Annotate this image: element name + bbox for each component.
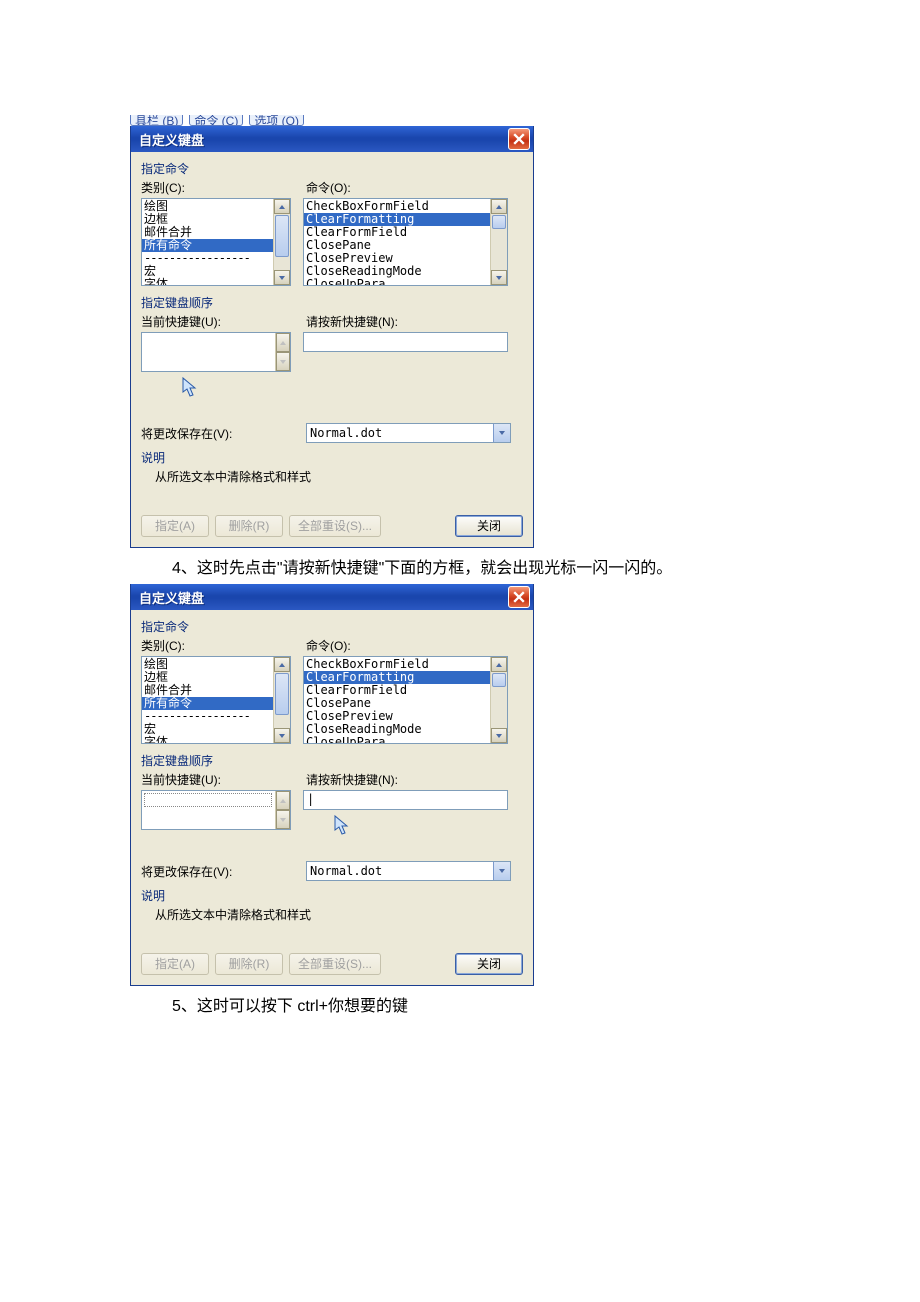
label-category: 类别(C): [141, 637, 306, 654]
assign-button: 指定(A) [141, 515, 209, 537]
save-in-combo[interactable]: Normal.dot [306, 861, 511, 881]
command-listbox[interactable]: CheckBoxFormField ClearFormatting ClearF… [303, 198, 508, 286]
new-shortcut-input[interactable] [303, 332, 508, 352]
remove-button: 删除(R) [215, 953, 283, 975]
scroll-down-icon[interactable] [274, 270, 290, 285]
customize-keyboard-dialog-1: 自定义键盘 指定命令 类别(C): 命令(O): 绘图 边框 邮件合并 所有命令… [130, 126, 534, 548]
scroll-down-icon[interactable] [491, 270, 507, 285]
group-specify-command: 指定命令 [141, 618, 523, 635]
label-new-key: 请按新快捷键(N): [306, 313, 523, 330]
close-icon[interactable] [508, 128, 530, 150]
scroll-up-icon[interactable] [274, 657, 290, 672]
scroll-up-icon[interactable] [276, 791, 290, 810]
titlebar[interactable]: 自定义键盘 [131, 584, 533, 610]
description-text: 从所选文本中清除格式和样式 [155, 468, 523, 485]
category-listbox[interactable]: 绘图 边框 邮件合并 所有命令 ----------------- 宏 字体 [141, 656, 291, 744]
titlebar[interactable]: 自定义键盘 [131, 126, 533, 152]
group-key-sequence: 指定键盘顺序 [141, 752, 523, 769]
list-item[interactable]: CloseUpPara [304, 278, 507, 286]
list-item[interactable]: 字体 [142, 278, 290, 286]
step-4-caption: 4、这时先点击"请按新快捷键"下面的方框，就会出现光标一闪一闪的。 [172, 554, 920, 578]
label-command: 命令(O): [306, 179, 523, 196]
label-command: 命令(O): [306, 637, 523, 654]
scrollbar[interactable] [273, 199, 290, 285]
chevron-down-icon[interactable] [493, 862, 510, 880]
customize-keyboard-dialog-2: 自定义键盘 指定命令 类别(C): 命令(O): 绘图 边框 邮件合并 所有命令… [130, 584, 534, 986]
reset-all-button: 全部重设(S)... [289, 953, 381, 975]
scroll-thumb[interactable] [492, 215, 506, 229]
scroll-up-icon[interactable] [491, 199, 507, 214]
group-description: 说明 [141, 887, 523, 904]
scroll-thumb[interactable] [275, 673, 289, 715]
category-listbox[interactable]: 绘图 边框 邮件合并 所有命令 ----------------- 宏 字体 [141, 198, 291, 286]
scroll-up-icon[interactable] [274, 199, 290, 214]
tab-commands: 命令 (C) [189, 115, 243, 126]
label-save-in: 将更改保存在(V): [141, 425, 306, 442]
description-text: 从所选文本中清除格式和样式 [155, 906, 523, 923]
scroll-down-icon[interactable] [276, 810, 290, 829]
dialog-title: 自定义键盘 [139, 130, 204, 149]
background-tabs: 具栏 (B) 命令 (C) 选项 (O) [130, 115, 920, 126]
close-button[interactable]: 关闭 [455, 515, 523, 537]
save-in-combo[interactable]: Normal.dot [306, 423, 511, 443]
cursor-pointer-icon [181, 376, 199, 401]
list-separator: ----------------- [142, 252, 290, 265]
combo-value: Normal.dot [310, 426, 382, 440]
scroll-down-icon[interactable] [491, 728, 507, 743]
cursor-pointer-icon [333, 814, 351, 839]
close-button[interactable]: 关闭 [455, 953, 523, 975]
tab-tools: 具栏 (B) [130, 115, 183, 126]
label-save-in: 将更改保存在(V): [141, 863, 306, 880]
command-listbox[interactable]: CheckBoxFormField ClearFormatting ClearF… [303, 656, 508, 744]
tab-options: 选项 (O) [249, 115, 304, 126]
scroll-up-icon[interactable] [491, 657, 507, 672]
group-description: 说明 [141, 449, 523, 466]
current-keys-listbox[interactable] [141, 790, 291, 830]
chevron-down-icon[interactable] [493, 424, 510, 442]
group-key-sequence: 指定键盘顺序 [141, 294, 523, 311]
label-current-keys: 当前快捷键(U): [141, 313, 306, 330]
scroll-thumb[interactable] [492, 673, 506, 687]
scroll-down-icon[interactable] [276, 352, 290, 371]
list-separator: ----------------- [142, 710, 290, 723]
scrollbar[interactable] [273, 657, 290, 743]
scroll-down-icon[interactable] [274, 728, 290, 743]
scroll-thumb[interactable] [275, 215, 289, 257]
combo-value: Normal.dot [310, 864, 382, 878]
new-shortcut-input[interactable]: | [303, 790, 508, 810]
scroll-up-icon[interactable] [276, 333, 290, 352]
scrollbar[interactable] [490, 657, 507, 743]
label-new-key: 请按新快捷键(N): [306, 771, 523, 788]
assign-button: 指定(A) [141, 953, 209, 975]
list-item[interactable]: 字体 [142, 736, 290, 744]
label-category: 类别(C): [141, 179, 306, 196]
scrollbar[interactable] [275, 791, 290, 829]
scrollbar[interactable] [490, 199, 507, 285]
scrollbar[interactable] [275, 333, 290, 371]
label-current-keys: 当前快捷键(U): [141, 771, 306, 788]
current-keys-listbox[interactable] [141, 332, 291, 372]
remove-button: 删除(R) [215, 515, 283, 537]
reset-all-button: 全部重设(S)... [289, 515, 381, 537]
group-specify-command: 指定命令 [141, 160, 523, 177]
dialog-title: 自定义键盘 [139, 588, 204, 607]
list-item[interactable]: CloseUpPara [304, 736, 507, 744]
step-5-caption: 5、这时可以按下 ctrl+你想要的键 [172, 992, 920, 1016]
close-icon[interactable] [508, 586, 530, 608]
